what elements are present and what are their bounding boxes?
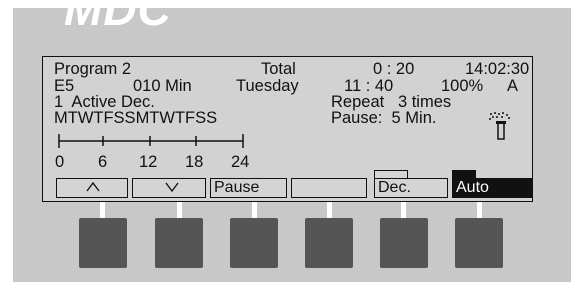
softkey-dec[interactable]: Dec. [374,178,448,198]
controller-panel: MDC Program 2 Total 0 : 20 14:02:30 E5 0… [0,0,571,282]
hour-label-18: 18 [185,153,204,171]
hardware-button-pause[interactable] [230,218,278,268]
hour-label-6: 6 [98,153,108,171]
up-arrow-icon [86,181,100,192]
softkey-up[interactable] [56,178,128,198]
hour-label-12: 12 [139,153,158,171]
sprinkler-icon [489,112,510,140]
softkey-auto[interactable]: Auto [452,178,532,198]
time-ruler [58,134,244,148]
hour-label-24: 24 [231,153,250,171]
hardware-button-auto[interactable] [455,218,503,268]
clock-time: 14:02:30 [465,60,530,78]
hardware-button-up[interactable] [79,218,127,268]
down-arrow-icon [165,182,179,193]
brand-logo: MDC [64,0,172,35]
weekday-row: MTWTFSSMTWTFSS [54,109,218,127]
hardware-button-dec[interactable] [380,218,428,268]
day-label: Tuesday [236,77,299,95]
softkey-pause[interactable]: Pause [210,178,287,198]
mode-flag: A [507,77,519,95]
softkey-blank[interactable] [291,178,367,198]
total-label: Total [261,60,296,78]
program-label: Program 2 [54,60,132,78]
total-value: 0 : 20 [373,60,415,78]
softkey-down[interactable] [132,178,206,198]
pause-label: Pause: 5 Min. [331,109,437,127]
hardware-button-down[interactable] [155,218,203,268]
hardware-button-blank[interactable] [305,218,353,268]
hour-label-0: 0 [55,153,65,171]
